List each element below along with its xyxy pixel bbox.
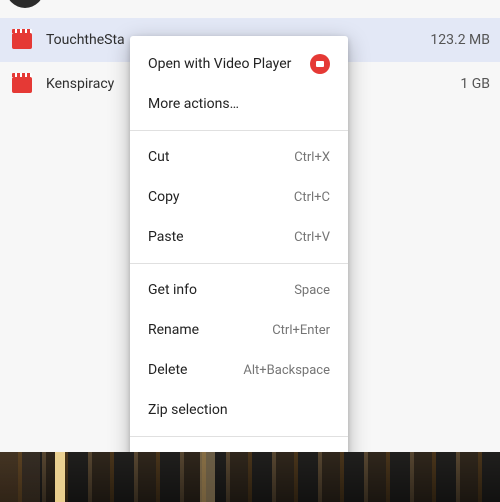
menu-item-cut[interactable]: Cut Ctrl+X	[130, 137, 348, 177]
menu-item-copy[interactable]: Copy Ctrl+C	[130, 177, 348, 217]
menu-item-label: Open with Video Player	[148, 56, 302, 72]
menu-item-label: Copy	[148, 189, 294, 205]
menu-item-accel: Ctrl+V	[294, 230, 330, 245]
avatar	[6, 0, 44, 8]
video-file-icon	[12, 33, 32, 49]
menu-item-label: Cut	[148, 149, 294, 165]
menu-item-delete[interactable]: Delete Alt+Backspace	[130, 350, 348, 390]
menu-separator	[130, 130, 348, 131]
shelf	[0, 452, 500, 502]
menu-item-accel: Space	[294, 283, 330, 298]
menu-item-zip[interactable]: Zip selection	[130, 390, 348, 430]
menu-item-label: Rename	[148, 322, 272, 338]
menu-separator	[130, 436, 348, 437]
menu-item-label: Get info	[148, 282, 294, 298]
menu-item-more-actions[interactable]: More actions…	[130, 84, 348, 124]
menu-item-paste[interactable]: Paste Ctrl+V	[130, 217, 348, 257]
video-file-icon	[12, 77, 32, 93]
menu-item-accel: Alt+Backspace	[243, 363, 330, 378]
menu-item-label: More actions…	[148, 96, 330, 112]
menu-item-accel: Ctrl+X	[294, 150, 330, 165]
menu-item-label: Delete	[148, 362, 243, 378]
menu-item-get-info[interactable]: Get info Space	[130, 270, 348, 310]
context-menu: Open with Video Player More actions… Cut…	[130, 36, 348, 491]
menu-separator	[130, 263, 348, 264]
file-size: 1 GB	[460, 76, 490, 92]
menu-item-label: Zip selection	[148, 402, 330, 418]
menu-item-accel: Ctrl+C	[294, 190, 330, 205]
file-size: 123.2 MB	[430, 32, 490, 48]
menu-item-open-with[interactable]: Open with Video Player	[130, 44, 348, 84]
menu-item-accel: Ctrl+Enter	[272, 323, 330, 338]
menu-item-rename[interactable]: Rename Ctrl+Enter	[130, 310, 348, 350]
video-player-icon	[310, 54, 330, 74]
menu-item-label: Paste	[148, 229, 294, 245]
